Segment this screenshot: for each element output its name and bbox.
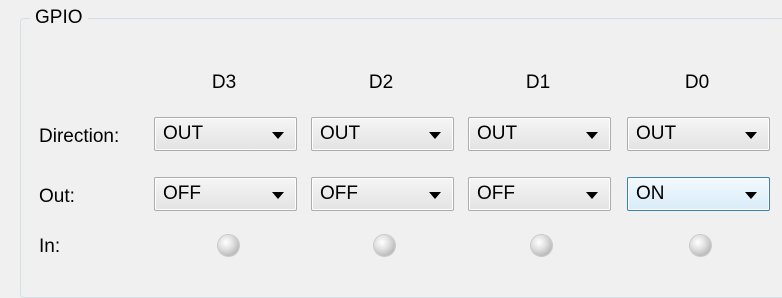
- direction-select-d0[interactable]: OUT: [627, 117, 770, 151]
- out-row-label: Out:: [39, 186, 75, 207]
- out-value-d1: OFF: [477, 183, 515, 204]
- in-led-d2: [374, 235, 395, 256]
- in-led-d0: [690, 235, 711, 256]
- direction-value-d2: OUT: [320, 123, 361, 144]
- in-led-d1: [531, 235, 552, 256]
- column-header-d0: D0: [684, 72, 710, 93]
- direction-value-d1: OUT: [477, 123, 518, 144]
- gpio-groupbox: [20, 18, 782, 298]
- out-select-d2[interactable]: OFF: [311, 177, 454, 211]
- out-value-d2: OFF: [320, 183, 358, 204]
- chevron-down-icon: [586, 192, 598, 199]
- out-select-d0[interactable]: ON: [627, 177, 770, 211]
- chevron-down-icon: [745, 192, 757, 199]
- column-header-d3: D3: [211, 72, 237, 93]
- chevron-down-icon: [586, 132, 598, 139]
- column-header-d2: D2: [368, 72, 394, 93]
- gpio-group-title: GPIO: [30, 7, 88, 29]
- direction-row-label: Direction:: [39, 126, 120, 147]
- in-row-label: In:: [39, 236, 61, 257]
- out-select-d3[interactable]: OFF: [154, 177, 297, 211]
- direction-select-d3[interactable]: OUT: [154, 117, 297, 151]
- chevron-down-icon: [272, 192, 284, 199]
- chevron-down-icon: [429, 132, 441, 139]
- direction-value-d0: OUT: [636, 123, 677, 144]
- direction-value-d3: OUT: [163, 123, 204, 144]
- chevron-down-icon: [745, 132, 757, 139]
- out-select-d1[interactable]: OFF: [468, 177, 611, 211]
- out-value-d3: OFF: [163, 183, 201, 204]
- out-value-d0: ON: [636, 183, 665, 204]
- direction-select-d1[interactable]: OUT: [468, 117, 611, 151]
- chevron-down-icon: [272, 132, 284, 139]
- direction-select-d2[interactable]: OUT: [311, 117, 454, 151]
- column-header-d1: D1: [525, 72, 551, 93]
- in-led-d3: [218, 235, 239, 256]
- chevron-down-icon: [429, 192, 441, 199]
